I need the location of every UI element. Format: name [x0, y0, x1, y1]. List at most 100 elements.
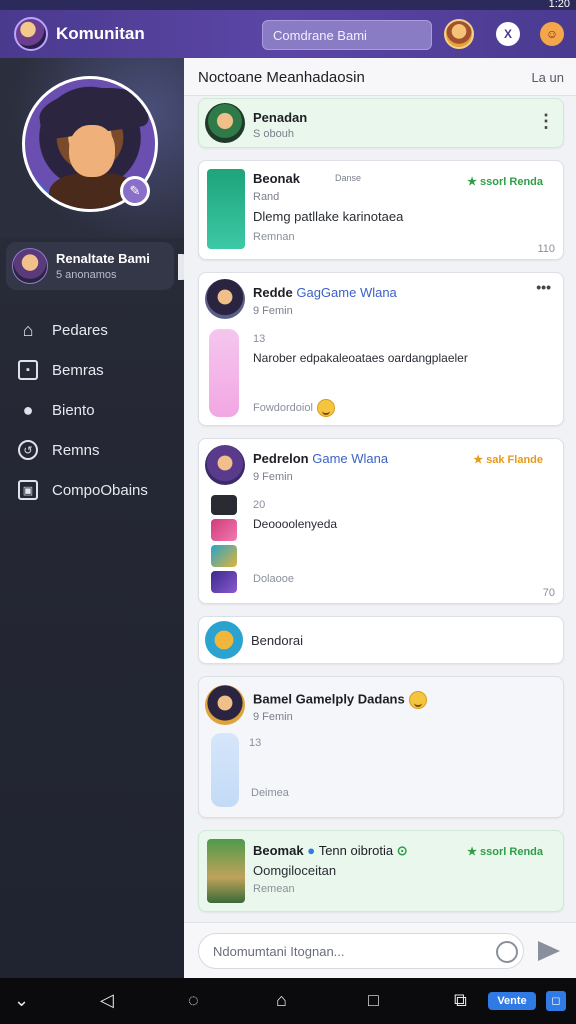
- avatar-edit-icon[interactable]: ✎: [120, 176, 150, 206]
- post-thumbnail: [207, 839, 245, 903]
- post-thumbnail: [211, 571, 237, 593]
- post-sub: 9 Femin: [253, 711, 293, 723]
- post-thumbnail: [207, 169, 245, 249]
- app-title: Komunitan: [56, 24, 145, 43]
- status-time: 1:20: [548, 0, 570, 10]
- sidebar-item-compoobains[interactable]: ▣ CompoObains: [0, 470, 184, 510]
- post-card[interactable]: Redde GagGame Wlana 9 Femin ••• 13 Narob…: [198, 272, 564, 426]
- post-card[interactable]: Bendorai: [198, 616, 564, 664]
- page-title: Noctoane Meanhadaosin: [198, 69, 365, 86]
- post-number: 20: [253, 499, 266, 511]
- language-toggle[interactable]: La un: [531, 70, 564, 85]
- post-count: 70: [542, 587, 555, 599]
- status-badge: ★ ssorl Renda: [467, 846, 543, 858]
- app-logo[interactable]: [14, 17, 48, 51]
- vente-button[interactable]: Vente: [488, 992, 536, 1010]
- avatar: [205, 279, 245, 319]
- status-badge: ★ sak Flande: [473, 454, 543, 466]
- emoji-icon[interactable]: ☺: [540, 22, 564, 46]
- post-number: 13: [249, 737, 262, 749]
- sidebar-hero: ✎: [0, 58, 184, 238]
- more-vert-icon[interactable]: ⋮: [537, 111, 555, 132]
- message-composer: Ndomumtani Itognan...: [184, 922, 576, 978]
- send-icon[interactable]: [538, 941, 560, 961]
- search-input[interactable]: Comdrane Bami: [262, 20, 432, 50]
- chat-icon: ▣: [18, 480, 38, 500]
- smile-emoji-icon: [316, 399, 335, 417]
- post-thumbnail: [211, 519, 237, 541]
- status-bar: 1:20: [0, 0, 576, 10]
- more-horiz-icon[interactable]: •••: [536, 279, 551, 295]
- post-author: Beomak ● Tenn oibrotia ⊙: [253, 843, 408, 858]
- post-text: Deoooolenyeda: [253, 517, 338, 531]
- square-button[interactable]: ◻: [546, 991, 566, 1011]
- back-icon[interactable]: ◁: [100, 990, 114, 1011]
- avatar: [205, 685, 245, 725]
- x-badge-icon[interactable]: X: [496, 22, 520, 46]
- profile-sub: 5 anonamos: [56, 269, 117, 281]
- post-card[interactable]: Penadan S obouh ⋮: [198, 98, 564, 148]
- post-meta: Remnan: [253, 231, 295, 243]
- post-text: Dlemg patllake karinotaea: [253, 209, 404, 224]
- post-meta: Fowdordoiol: [253, 399, 335, 417]
- clock-icon: ↺: [18, 440, 38, 460]
- smile-emoji-icon: [408, 691, 427, 709]
- emoji-picker-icon[interactable]: [496, 941, 518, 963]
- post-card[interactable]: Pedrelon Game Wlana 9 Femin ★ sak Flande…: [198, 438, 564, 604]
- post-thumbnail: [211, 545, 237, 567]
- post-thumbnail: [211, 733, 239, 807]
- post-meta: Remean: [253, 883, 295, 895]
- overview-icon[interactable]: □: [368, 990, 379, 1011]
- sidebar-item-label: Remns: [52, 441, 100, 459]
- sidebar: ✎ Renaltate Bami 5 anonamos ⌂ Pedares ▪ …: [0, 58, 190, 978]
- feed-header: Noctoane Meanhadaosin La un: [184, 58, 576, 96]
- sidebar-item-bemras[interactable]: ▪ Bemras: [0, 350, 184, 390]
- post-sub: 9 Femin: [253, 305, 293, 317]
- sidebar-item-pedares[interactable]: ⌂ Pedares: [0, 310, 184, 350]
- post-author: Bamel Gamelply Dadans: [253, 691, 427, 709]
- sidebar-item-label: Pedares: [52, 321, 108, 339]
- sidebar-item-remns[interactable]: ↺ Remns: [0, 430, 184, 470]
- post-sub: S obouh: [253, 128, 294, 140]
- post-author: Beonak: [253, 171, 300, 186]
- post-number: 13: [253, 333, 266, 345]
- top-app-bar: Komunitan Comdrane Bami X ☺: [0, 10, 576, 58]
- post-author: Penadan: [253, 110, 308, 125]
- post-text: Oomgiloceitan: [253, 863, 337, 878]
- post-meta: Deimea: [251, 787, 289, 799]
- post-thumbnail: [209, 329, 239, 417]
- post-subtitle: Rand: [253, 191, 280, 203]
- sidebar-nav: ⌂ Pedares ▪ Bemras ● Biento ↺ Remns ▣ Co…: [0, 310, 184, 510]
- sidebar-item-label: CompoObains: [52, 481, 148, 499]
- home-icon: ⌂: [22, 319, 34, 340]
- post-author: Redde GagGame Wlana: [253, 285, 397, 300]
- chevron-down-icon[interactable]: ⌄: [14, 990, 29, 1011]
- sidebar-item-biento[interactable]: ● Biento: [0, 390, 184, 430]
- avatar: [205, 445, 245, 485]
- post-thumbnail: [211, 495, 237, 515]
- comment-input[interactable]: Ndomumtani Itognan...: [198, 933, 524, 969]
- square-icon: ▪: [18, 360, 38, 380]
- system-nav-bar: ⌄ ◁ ◌ ⌂ □ ⧉ Vente ◻: [0, 978, 576, 1024]
- main-feed: Noctoane Meanhadaosin La un Penadan S ob…: [184, 58, 576, 978]
- home-nav-icon[interactable]: ⌂: [276, 990, 287, 1011]
- post-count: 110: [537, 243, 555, 255]
- post-author: Pedrelon Game Wlana: [253, 451, 389, 466]
- avatar: [205, 103, 245, 143]
- post-time: Danse: [335, 173, 362, 183]
- post-text: Narober edpakaleoataes oardangplaeler: [253, 351, 468, 365]
- post-sub: 9 Femin: [253, 471, 293, 483]
- avatar: [12, 248, 48, 284]
- recent-arc-icon[interactable]: ◌: [188, 990, 199, 1011]
- profile-card[interactable]: Renaltate Bami 5 anonamos: [6, 242, 174, 290]
- sidebar-item-label: Bemras: [52, 361, 104, 379]
- post-card[interactable]: Bamel Gamelply Dadans 9 Femin 13 Deimea: [198, 676, 564, 818]
- status-badge: ★ ssorl Renda: [467, 176, 543, 188]
- post-card[interactable]: Beonak Danse ★ ssorl Renda Rand Dlemg pa…: [198, 160, 564, 260]
- person-icon: ●: [22, 399, 34, 420]
- user-avatar[interactable]: [444, 19, 474, 49]
- post-title: Bendorai: [251, 633, 304, 648]
- rotate-icon[interactable]: ⧉: [454, 990, 467, 1011]
- profile-name: Renaltate Bami: [56, 251, 150, 266]
- post-card[interactable]: Beomak ● Tenn oibrotia ⊙ ★ ssorl Renda O…: [198, 830, 564, 912]
